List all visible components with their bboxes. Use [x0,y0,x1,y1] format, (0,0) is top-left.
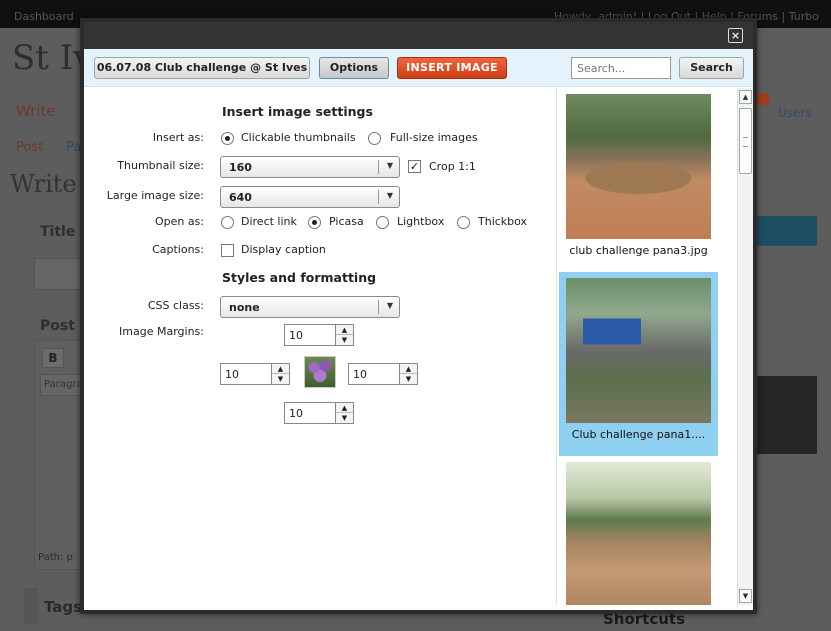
large-size-select[interactable]: 640 ▼ [220,186,400,208]
bold-button[interactable]: B [42,348,64,368]
display-caption-checkbox[interactable] [221,244,234,257]
crop-checkbox[interactable]: ✓ [408,160,421,173]
thumbnail-size-value: 160 [229,161,252,174]
options-button[interactable]: Options [319,57,389,79]
settings-panel: Insert image settings Insert as: Clickab… [84,88,554,614]
arrow-down-icon[interactable]: ▼ [272,374,289,384]
notification-badge [757,93,769,105]
captions-label: Captions: [152,243,204,256]
margin-right-field[interactable]: 10 [348,363,400,385]
thumbnail-image[interactable] [566,462,711,605]
arrow-up-icon[interactable]: ▲ [336,403,353,413]
open-as-label: Open as: [154,215,204,228]
gallery-item[interactable]: club challenge pana3.jpg [559,88,718,272]
search-button[interactable]: Search [679,57,744,79]
insert-image-modal: × 06.07.08 Club challenge @ St Ives Opti… [80,18,757,614]
thumbnail-image[interactable] [566,278,711,423]
radio-lightbox[interactable] [376,216,389,229]
margin-bottom-field[interactable]: 10 [284,402,336,424]
image-margins-label: Image Margins: [119,325,204,338]
chevron-down-icon: ▼ [386,161,393,170]
arrow-up-icon[interactable]: ▲ [400,364,417,374]
margin-left-field[interactable]: 10 [220,363,272,385]
modal-titlebar: × [84,22,753,49]
margin-preview-image [304,356,336,388]
radio-clickable-thumbnails[interactable] [221,132,234,145]
image-gallery: club challenge pana3.jpg Club challenge … [556,88,753,605]
css-class-select[interactable]: none ▼ [220,296,400,318]
margin-top-field[interactable]: 10 [284,324,336,346]
subtab-post[interactable]: Post [16,140,43,155]
arrow-down-icon[interactable]: ▼ [400,374,417,384]
insert-image-button[interactable]: INSERT IMAGE [397,57,507,79]
page-heading: Write [10,170,77,198]
option-picasa: Picasa [329,215,364,228]
dashboard-link[interactable]: Dashboard [14,10,74,23]
thumbnail-size-select[interactable]: 160 ▼ [220,156,400,178]
modal-toolbar: 06.07.08 Club challenge @ St Ives Option… [84,49,753,87]
gallery-item[interactable] [559,456,718,605]
display-caption-label: Display caption [241,243,326,256]
thumbnail-caption: club challenge pana3.jpg [569,244,708,257]
chevron-down-icon: ▼ [386,191,393,200]
scrollbar-thumb[interactable] [739,108,752,174]
radio-thickbox[interactable] [457,216,470,229]
gallery-scrollbar[interactable]: ▲ ▼ [737,88,753,605]
tab-write[interactable]: Write [16,102,56,120]
album-button[interactable]: 06.07.08 Club challenge @ St Ives [94,57,310,79]
crop-label: Crop 1:1 [429,160,476,173]
search-input[interactable] [571,57,671,79]
tags-label: Tags [44,598,83,616]
editor-path: Path: p [38,552,73,563]
arrow-up-icon[interactable]: ▲ [336,325,353,335]
tags-toggle[interactable] [24,588,38,624]
radio-full-size-images[interactable] [368,132,381,145]
large-size-label: Large image size: [106,189,204,202]
large-size-value: 640 [229,191,252,204]
post-label: Post [40,318,75,334]
thumbnail-image[interactable] [566,94,711,239]
insert-as-label: Insert as: [152,131,204,144]
css-class-value: none [229,301,260,314]
thumbnail-caption: Club challenge pana1.... [571,428,706,441]
title-label: Title [40,224,76,240]
scroll-up-icon[interactable]: ▲ [739,90,752,104]
close-button[interactable]: × [728,28,743,43]
scroll-down-icon[interactable]: ▼ [739,589,752,603]
side-box [757,376,817,454]
chevron-down-icon: ▼ [386,301,393,310]
option-thickbox: Thickbox [478,215,528,228]
css-class-label: CSS class: [147,299,204,312]
gallery-item[interactable]: Club challenge pana1.... [559,272,718,456]
tab-users[interactable]: Users [778,106,812,120]
option-lightbox: Lightbox [397,215,445,228]
radio-direct-link[interactable] [221,216,234,229]
radio-picasa[interactable] [308,216,321,229]
option-clickable-thumbnails: Clickable thumbnails [241,131,356,144]
publish-box [757,216,817,246]
styles-title: Styles and formatting [222,270,377,285]
arrow-up-icon[interactable]: ▲ [272,364,289,374]
option-full-size-images: Full-size images [390,131,478,144]
subtab-pages[interactable]: Pa [66,140,81,155]
arrow-down-icon[interactable]: ▼ [336,413,353,423]
thumbnail-size-label: Thumbnail size: [117,159,204,172]
option-direct-link: Direct link [241,215,297,228]
insert-settings-title: Insert image settings [222,104,373,119]
arrow-down-icon[interactable]: ▼ [336,335,353,345]
